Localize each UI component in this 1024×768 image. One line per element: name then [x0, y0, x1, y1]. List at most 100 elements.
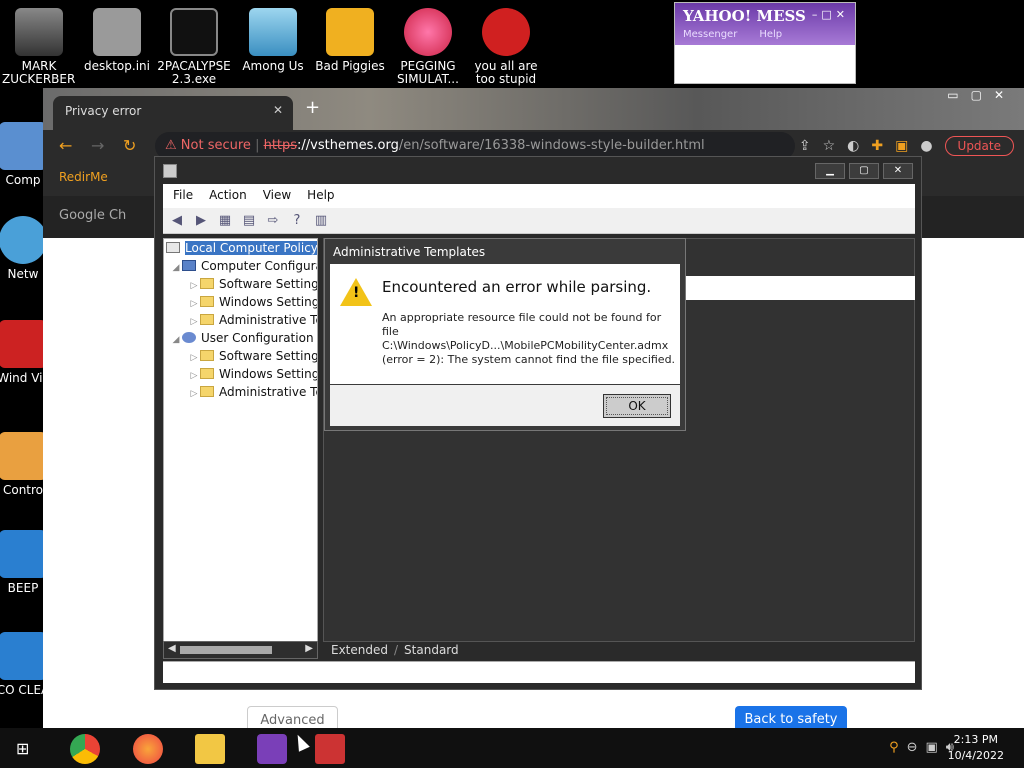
firefox-icon[interactable] — [133, 734, 163, 764]
desktop-icon-bad-piggies[interactable]: Bad Piggies — [313, 8, 387, 86]
clock[interactable]: 2:13 PM 10/4/2022 — [948, 732, 1004, 764]
sidebar-icon[interactable]: ▣ — [895, 138, 908, 154]
tree-item-software-settings[interactable]: ▷ Software Settings — [164, 347, 317, 365]
browser-tab[interactable]: Privacy error ✕ — [53, 96, 293, 130]
gpedit-titlebar[interactable]: ▁ ▢ ✕ — [155, 157, 921, 187]
menu-help[interactable]: Help — [307, 188, 334, 204]
details-header — [684, 276, 915, 300]
settings-file-icon — [93, 8, 141, 56]
new-tab-icon[interactable]: + — [305, 97, 320, 118]
tree-item-label: Local Computer Policy — [185, 241, 318, 255]
desktop-icon-label: Among Us — [242, 60, 304, 73]
profile-flag-icon[interactable]: ◐ — [847, 138, 859, 154]
desktop-icon-among-us[interactable]: Among Us — [236, 8, 310, 86]
dialog-title[interactable]: Administrative Templates — [325, 239, 685, 264]
yahoo-messenger-window[interactable]: YAHOO! MESS Messenger Help –□✕ — [674, 2, 856, 84]
show-tree-icon[interactable]: ▦ — [217, 213, 233, 229]
desktop-icon-pegging-simulator[interactable]: PEGGING SIMULAT... — [391, 8, 465, 86]
policy-book-icon — [166, 242, 180, 253]
back-arrow-icon[interactable]: ← — [59, 136, 72, 155]
extensions-icon[interactable]: ✚ — [871, 138, 883, 154]
filter-icon[interactable]: ▥ — [313, 213, 329, 229]
dialog-footer: OK — [330, 385, 680, 426]
taskbar: ⊞ ⚲ ⊖ ▣ 🔊︎ 2:13 PM 10/4/2022 — [0, 728, 1024, 768]
desktop-icon-desktop-ini[interactable]: desktop.ini — [80, 8, 154, 86]
warning-icon: ! — [340, 278, 372, 306]
desktop-icon-dev-cpp[interactable]: you all are too stupid ... — [469, 8, 543, 86]
tree-item-label: Computer Configura — [201, 259, 318, 273]
export-icon[interactable]: ⇨ — [265, 213, 281, 229]
game-icon — [249, 8, 297, 56]
yahoo-messenger-link[interactable]: Messenger — [683, 29, 737, 40]
desktop-icon-label: you all are too stupid ... — [474, 60, 538, 86]
folder-icon — [200, 314, 214, 325]
game-icon — [404, 8, 452, 56]
scroll-left-icon[interactable]: ◀ — [168, 643, 176, 654]
help-icon[interactable]: ? — [289, 213, 305, 229]
dialog-heading: Encountered an error while parsing. — [382, 278, 652, 296]
tab-extended[interactable]: Extended — [331, 643, 388, 659]
gpedit-app-icon — [163, 164, 177, 178]
bookmark-star-icon[interactable]: ☆ — [823, 138, 836, 154]
console-app-icon — [170, 8, 218, 56]
back-icon[interactable]: ◀ — [169, 213, 185, 229]
redirme-bookmark[interactable]: RedirMe — [59, 170, 108, 184]
menu-view[interactable]: View — [263, 188, 291, 204]
scrollbar-thumb[interactable] — [180, 646, 272, 654]
game-icon — [326, 8, 374, 56]
tree-item-user-configuration[interactable]: ◢ User Configuration — [164, 329, 317, 347]
yahoo-titlebar[interactable]: YAHOO! MESS Messenger Help –□✕ — [675, 3, 855, 45]
share-icon[interactable]: ⇪ — [799, 138, 811, 154]
forward-icon[interactable]: ▶ — [193, 213, 209, 229]
close-tab-icon[interactable]: ✕ — [273, 103, 283, 117]
desktop-icon-mark-zuckerberg[interactable]: MARK ZUCKERBERG — [2, 8, 76, 86]
avatar[interactable]: ● — [920, 138, 932, 154]
tree-item-label: Windows Setting — [219, 367, 318, 381]
tree-item-windows-settings[interactable]: ▷ Windows Setting — [164, 365, 317, 383]
yahoo-window-controls[interactable]: –□✕ — [812, 8, 849, 21]
minimize-button[interactable]: ▁ — [815, 163, 845, 179]
scroll-right-icon[interactable]: ▶ — [305, 643, 313, 654]
yahoo-help-link[interactable]: Help — [759, 29, 782, 40]
tree-item-administrative-templates[interactable]: ▷ Administrative Te — [164, 383, 317, 401]
forward-arrow-icon[interactable]: → — [91, 136, 104, 155]
update-button[interactable]: Update — [944, 136, 1014, 156]
google-chrome-tab[interactable]: Google Ch — [59, 208, 126, 223]
yahoo-messenger-icon[interactable] — [257, 734, 287, 764]
menu-action[interactable]: Action — [209, 188, 247, 204]
shortcut-icon — [0, 632, 47, 680]
properties-icon[interactable]: ▤ — [241, 213, 257, 229]
tab-standard[interactable]: Standard — [404, 643, 459, 659]
status-bar — [163, 661, 915, 683]
expand-chevron-icon[interactable]: ▷ — [188, 385, 200, 403]
view-tabs: Extended / Standard — [331, 643, 459, 659]
close-button[interactable]: ✕ — [883, 163, 913, 179]
browser-window-controls[interactable]: ▭▢✕ — [947, 88, 1016, 102]
not-secure-label[interactable]: Not secure — [181, 138, 251, 153]
tree-item-windows-settings[interactable]: ▷ Windows Setting — [164, 293, 317, 311]
menu-file[interactable]: File — [173, 188, 193, 204]
network-icon[interactable]: ▣ — [926, 740, 938, 755]
ok-button[interactable]: OK — [603, 394, 671, 418]
tree-item-local-computer-policy[interactable]: Local Computer Policy — [164, 239, 317, 257]
reload-icon[interactable]: ↻ — [123, 136, 136, 155]
url-path: /en/software/16338-windows-style-builder… — [398, 138, 705, 153]
desktop-icon-2pacalypse[interactable]: 2PACALYPSE 2.3.exe — [157, 8, 231, 86]
tab-title: Privacy error — [65, 104, 142, 118]
gpedit-menu-bar: File Action View Help — [163, 184, 915, 208]
chrome-icon[interactable] — [70, 734, 100, 764]
tree-item-label: Administrative Te — [219, 385, 318, 399]
file-explorer-icon[interactable] — [195, 734, 225, 764]
windows-start-icon[interactable]: ⊞ — [16, 739, 36, 758]
maximize-button[interactable]: ▢ — [849, 163, 879, 179]
tree-item-software-settings[interactable]: ▷ Software Settings — [164, 275, 317, 293]
tree-item-administrative-templates[interactable]: ▷ Administrative Te — [164, 311, 317, 329]
computer-icon — [0, 122, 47, 170]
tree-horizontal-scrollbar[interactable]: ◀ ▶ — [163, 641, 318, 659]
search-icon[interactable]: ⚲ — [889, 740, 899, 755]
warning-triangle-icon: ⚠ — [165, 138, 177, 153]
tree-item-computer-configuration[interactable]: ◢ Computer Configura — [164, 257, 317, 275]
url-scheme: https — [263, 138, 298, 153]
minus-icon[interactable]: ⊖ — [907, 740, 918, 755]
toolbox-icon[interactable] — [315, 734, 345, 764]
